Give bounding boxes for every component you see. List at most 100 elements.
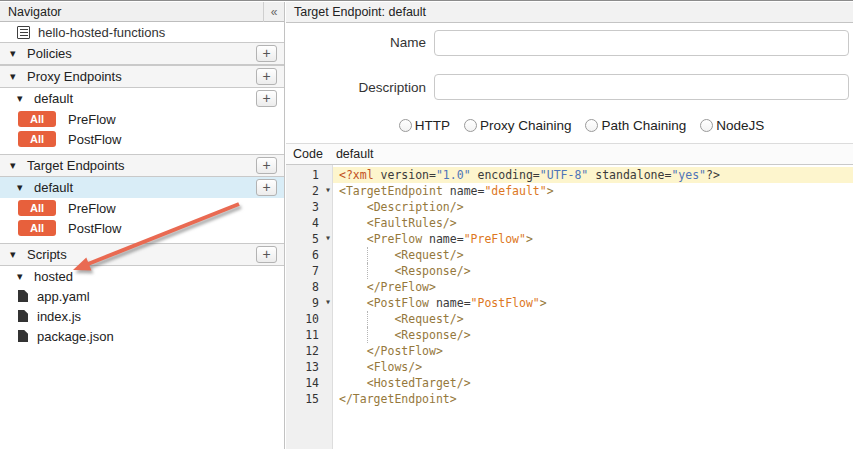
code-line-14[interactable]: <HostedTarget/>: [333, 375, 853, 391]
radio-proxy-chaining[interactable]: Proxy Chaining: [464, 118, 572, 133]
xml-code-editor[interactable]: 12▾345▾6789▾101112131415 <?xml version="…: [286, 165, 853, 449]
section-header-policies[interactable]: ▾ Policies +: [0, 42, 284, 65]
collapse-triangle-icon: ▾: [17, 182, 28, 193]
item-label: PreFlow: [68, 201, 116, 216]
radio-circle-icon[interactable]: [399, 119, 412, 132]
radio-http[interactable]: HTTP: [399, 118, 450, 133]
code-line-2[interactable]: <TargetEndpoint name="default">: [333, 183, 853, 199]
code-line-1[interactable]: <?xml version="1.0" encoding="UTF-8" sta…: [333, 167, 853, 183]
name-label: Name: [286, 35, 426, 50]
line-number: 13: [286, 359, 332, 375]
add-button[interactable]: +: [256, 45, 277, 62]
endpoint-form: Name Description HTTP Proxy Chaining Path …: [286, 23, 853, 144]
indent-guide: [367, 327, 368, 343]
description-label: Description: [286, 80, 426, 95]
detail-panel: Target Endpoint: default Name Descriptio…: [286, 2, 853, 449]
line-number: 9▾: [286, 295, 332, 311]
section-items: ▾ hosted app.yaml index.js package.json: [0, 266, 284, 351]
radio-nodejs[interactable]: NodeJS: [700, 118, 764, 133]
code-line-13[interactable]: <Flows/>: [333, 359, 853, 375]
section-label: Scripts: [27, 247, 67, 262]
line-number: 5▾: [286, 231, 332, 247]
indent-guide: [367, 247, 368, 263]
code-bar-label: Code: [293, 147, 323, 161]
item-label: hosted: [34, 269, 73, 284]
editor-code-area[interactable]: <?xml version="1.0" encoding="UTF-8" sta…: [333, 165, 853, 449]
code-bar: Code default: [286, 144, 853, 165]
group-item-default[interactable]: ▾ default +: [0, 88, 284, 109]
code-line-9[interactable]: <PostFlow name="PostFlow">: [333, 295, 853, 311]
collapse-triangle-icon: ▾: [17, 93, 28, 104]
add-button[interactable]: +: [256, 157, 277, 174]
radio-label: HTTP: [415, 118, 450, 133]
navigator-header: Navigator «: [0, 2, 284, 22]
condition-badge: All: [18, 200, 56, 216]
section-items: ▾ default + All PreFlow AllPostFlow: [0, 177, 284, 243]
collapse-triangle-icon: ▾: [10, 160, 21, 171]
code-line-6[interactable]: <Request/>: [333, 247, 853, 263]
line-number: 14: [286, 375, 332, 391]
section-label: Policies: [27, 46, 72, 61]
radio-circle-icon[interactable]: [464, 119, 477, 132]
radio-path-chaining[interactable]: Path Chaining: [585, 118, 686, 133]
collapse-triangle-icon: ▾: [10, 71, 21, 82]
file-item-app-yaml[interactable]: app.yaml: [0, 286, 284, 306]
item-label: index.js: [37, 309, 81, 324]
proxy-overview-icon: [17, 26, 30, 39]
file-item-index-js[interactable]: index.js: [0, 306, 284, 326]
code-line-15[interactable]: </TargetEndpoint>: [333, 391, 853, 407]
code-line-3[interactable]: <Description/>: [333, 199, 853, 215]
name-input[interactable]: [434, 30, 849, 56]
item-label: PreFlow: [68, 112, 116, 127]
radio-circle-icon[interactable]: [585, 119, 598, 132]
radio-label: NodeJS: [716, 118, 764, 133]
add-button[interactable]: +: [256, 90, 277, 107]
code-line-10[interactable]: <Request/>: [333, 311, 853, 327]
folder-item-hosted[interactable]: ▾ hosted: [0, 266, 284, 286]
collapse-triangle-icon: ▾: [17, 271, 28, 282]
radio-label: Path Chaining: [601, 118, 686, 133]
radio-circle-icon[interactable]: [700, 119, 713, 132]
code-line-11[interactable]: <Response/>: [333, 327, 853, 343]
code-line-7[interactable]: <Response/>: [333, 263, 853, 279]
code-line-4[interactable]: <FaultRules/>: [333, 215, 853, 231]
collapse-panel-button[interactable]: «: [263, 2, 284, 22]
code-line-5[interactable]: <PreFlow name="PreFlow">: [333, 231, 853, 247]
line-number: 8: [286, 279, 332, 295]
code-fold-icon[interactable]: ▾: [325, 185, 331, 195]
proxy-root-label: hello-hosted-functions: [38, 25, 165, 40]
collapse-triangle-icon: ▾: [10, 48, 21, 59]
file-item-package-json[interactable]: package.json: [0, 326, 284, 346]
section-header-scripts[interactable]: ▾ Scripts +: [0, 243, 284, 266]
indent-guide: [367, 263, 368, 279]
description-input[interactable]: [434, 74, 849, 100]
code-line-12[interactable]: </PostFlow>: [333, 343, 853, 359]
section-header-target-endpoints[interactable]: ▾Target Endpoints+: [0, 154, 284, 177]
radio-label: Proxy Chaining: [480, 118, 572, 133]
flow-item-preflow[interactable]: AllPreFlow: [0, 109, 284, 129]
item-label: default: [34, 91, 73, 106]
navigator-panel: Navigator « hello-hosted-functions ▾ Poli…: [0, 2, 285, 449]
line-number: 3: [286, 199, 332, 215]
flow-item-postflow[interactable]: AllPostFlow: [0, 129, 284, 149]
proxy-root-item[interactable]: hello-hosted-functions: [0, 22, 284, 42]
line-number: 15: [286, 391, 332, 407]
line-number: 1: [286, 167, 332, 183]
flow-item-postflow[interactable]: AllPostFlow: [0, 218, 284, 238]
add-button[interactable]: +: [256, 246, 277, 263]
add-button[interactable]: +: [256, 68, 277, 85]
collapse-triangle-icon: ▾: [10, 249, 21, 260]
navigator-title: Navigator: [8, 5, 62, 19]
flow-item-preflow[interactable]: All PreFlow: [0, 198, 284, 218]
detail-title: Target Endpoint: default: [294, 5, 426, 19]
add-button[interactable]: +: [256, 179, 277, 196]
code-line-8[interactable]: </PreFlow>: [333, 279, 853, 295]
item-label: default: [34, 180, 73, 195]
section-header-proxy-endpoints[interactable]: ▾ Proxy Endpoints +: [0, 65, 284, 88]
code-fold-icon[interactable]: ▾: [325, 297, 331, 307]
section-label: Proxy Endpoints: [27, 69, 122, 84]
line-number: 2▾: [286, 183, 332, 199]
item-label: app.yaml: [37, 289, 90, 304]
group-item-default[interactable]: ▾ default +: [0, 177, 284, 198]
code-fold-icon[interactable]: ▾: [325, 233, 331, 243]
